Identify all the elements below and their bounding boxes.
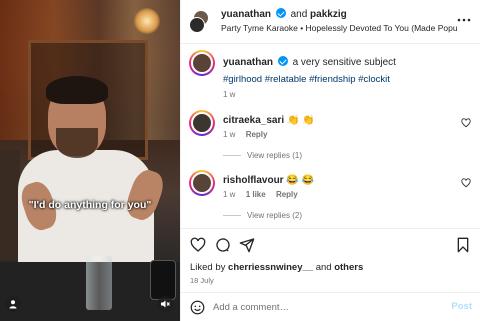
add-comment-input[interactable] bbox=[213, 300, 433, 315]
share-icon[interactable] bbox=[239, 237, 255, 253]
header-username-2[interactable]: pakkzig bbox=[310, 9, 347, 20]
water-glass bbox=[86, 256, 112, 310]
comment-username[interactable]: risholflavour bbox=[223, 175, 284, 186]
comment-username[interactable]: citraeka_sari bbox=[223, 115, 284, 126]
post-media[interactable]: "I'd do anything for you" bbox=[0, 0, 180, 321]
caption-line: yuanathan a very sensitive subject bbox=[223, 56, 396, 68]
avatar[interactable] bbox=[189, 110, 215, 136]
caption-text: a very sensitive subject bbox=[292, 57, 396, 68]
header-joiner: and bbox=[290, 9, 308, 20]
audio-link[interactable]: Party Tyme Karaoke • Hopelessly Devoted … bbox=[221, 23, 457, 33]
caption-hashtags[interactable]: #girlhood #relatable #friendship #clocki… bbox=[223, 74, 390, 85]
avatar[interactable] bbox=[189, 170, 215, 196]
comment-timestamp[interactable]: 1 w bbox=[223, 190, 235, 199]
comment-text: 👏 👏 bbox=[286, 115, 315, 126]
more-icon[interactable] bbox=[457, 13, 471, 27]
post-date[interactable]: 18 July bbox=[190, 276, 214, 285]
caption-username[interactable]: yuanathan bbox=[223, 57, 273, 68]
comment-text-line: citraeka_sari 👏 👏 bbox=[223, 115, 315, 126]
header-usernames: yuanathan and pakkzig bbox=[221, 8, 347, 20]
comment-text: 😂 😂 bbox=[286, 175, 315, 186]
person-beard bbox=[56, 128, 98, 158]
person-hair bbox=[46, 76, 108, 104]
bookmark-icon[interactable] bbox=[455, 237, 471, 253]
verified-badge-icon bbox=[275, 8, 286, 18]
comment-likes-count[interactable]: 1 like bbox=[246, 190, 266, 199]
view-replies-button[interactable]: View replies (2) bbox=[223, 211, 302, 220]
comment-text-line: risholflavour 😂 😂 bbox=[223, 175, 314, 186]
background-lamp bbox=[134, 8, 160, 34]
add-comment-bar: Post bbox=[181, 292, 480, 321]
view-replies-label: View replies (2) bbox=[247, 211, 302, 220]
comment-item: risholflavour 😂 😂 1 w 1 like Reply View … bbox=[189, 168, 473, 228]
divider bbox=[223, 155, 241, 157]
user-icon[interactable] bbox=[5, 296, 21, 312]
avatar[interactable] bbox=[189, 17, 205, 33]
heart-icon[interactable] bbox=[461, 178, 471, 188]
divider bbox=[223, 215, 241, 217]
caption-timestamp[interactable]: 1 w bbox=[223, 90, 235, 99]
phone-on-table bbox=[150, 260, 176, 300]
view-replies-button[interactable]: View replies (1) bbox=[223, 151, 302, 160]
post-actions-bar bbox=[181, 228, 480, 260]
verified-badge-icon bbox=[277, 56, 288, 66]
comment-item: citraeka_sari 👏 👏 1 w Reply View replies… bbox=[189, 108, 473, 168]
emoji-icon[interactable] bbox=[190, 300, 205, 315]
liked-by-prefix: Liked by bbox=[190, 262, 226, 273]
comment-timestamp[interactable]: 1 w bbox=[223, 130, 235, 139]
liked-by-others[interactable]: others bbox=[334, 262, 363, 273]
speaker-muted-icon[interactable] bbox=[157, 296, 173, 312]
video-caption-overlay: "I'd do anything for you" bbox=[28, 199, 152, 211]
reply-button[interactable]: Reply bbox=[246, 130, 268, 139]
comment-meta: 1 w 1 like Reply bbox=[223, 190, 306, 199]
liked-by-joiner: and bbox=[315, 262, 332, 273]
liked-by-user[interactable]: cherriessnwiney__ bbox=[228, 262, 313, 273]
comment-meta: 1 w Reply bbox=[223, 130, 275, 139]
header-username-1[interactable]: yuanathan bbox=[221, 9, 271, 20]
reply-button[interactable]: Reply bbox=[276, 190, 298, 199]
collab-avatars[interactable] bbox=[189, 10, 213, 34]
post-comment-button[interactable]: Post bbox=[451, 301, 472, 312]
view-replies-label: View replies (1) bbox=[247, 151, 302, 160]
post-side-panel: yuanathan and pakkzig Party Tyme Karaoke… bbox=[180, 0, 480, 321]
heart-icon[interactable] bbox=[190, 237, 206, 253]
comment-icon[interactable] bbox=[215, 237, 231, 253]
liked-by-line: Liked by cherriessnwiney__ and others bbox=[190, 262, 363, 273]
heart-icon[interactable] bbox=[461, 118, 471, 128]
post-header: yuanathan and pakkzig Party Tyme Karaoke… bbox=[181, 0, 480, 44]
avatar[interactable] bbox=[189, 50, 215, 76]
